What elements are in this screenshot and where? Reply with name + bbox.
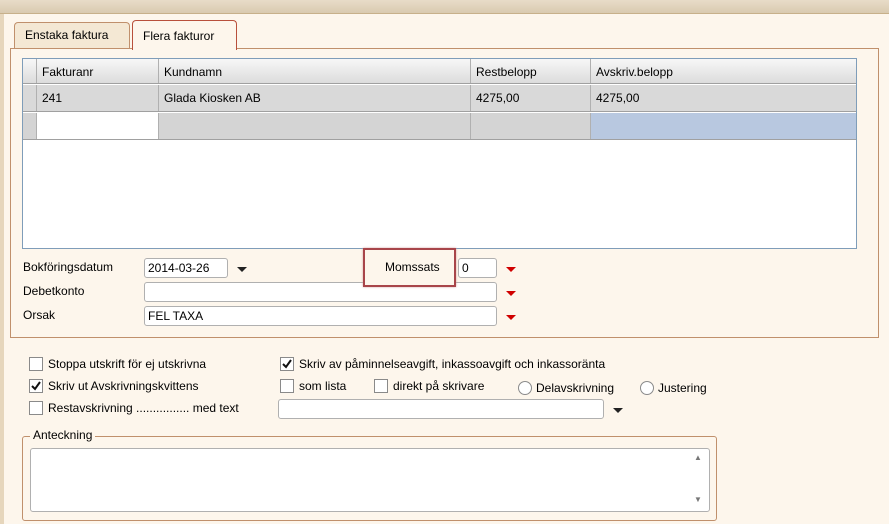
delavskrivning-radio[interactable] xyxy=(518,381,532,395)
grid-header-row: Fakturanr Kundnamn Restbelopp Avskriv.be… xyxy=(23,59,856,84)
window-left-edge xyxy=(0,14,4,524)
skriv-ut-checkbox[interactable] xyxy=(29,379,43,393)
red-triangle-icon[interactable] xyxy=(502,284,520,302)
bokforingsdatum-field[interactable]: 2014-03-26 xyxy=(144,258,228,278)
scroll-up-icon[interactable]: ▲ xyxy=(690,453,706,467)
cell-fakturanr[interactable]: 241 xyxy=(37,85,159,111)
window-top-bar xyxy=(0,0,889,14)
cell-avskriv-belopp[interactable]: 4275,00 xyxy=(591,85,856,111)
tab-enstaka-faktura[interactable]: Enstaka faktura xyxy=(14,22,130,48)
red-triangle-icon[interactable] xyxy=(502,260,520,278)
orsak-label: Orsak xyxy=(23,308,56,322)
stoppa-checkbox[interactable] xyxy=(29,357,43,371)
invoice-grid[interactable]: Fakturanr Kundnamn Restbelopp Avskriv.be… xyxy=(22,58,857,249)
direkt-label: direkt på skrivare xyxy=(393,379,485,393)
skriv-av-label: Skriv av påminnelseavgift, inkassoavgift… xyxy=(299,357,606,371)
scroll-down-icon[interactable]: ▼ xyxy=(690,495,706,509)
check-icon xyxy=(282,359,292,369)
restavskrivning-label: Restavskrivning ................ med tex… xyxy=(48,401,239,415)
skriv-ut-label: Skriv ut Avskrivningskvittens xyxy=(48,379,199,393)
chevron-down-icon[interactable] xyxy=(233,260,251,278)
new-row[interactable] xyxy=(23,113,856,140)
cell-kundnamn[interactable]: Glada Kiosken AB xyxy=(159,85,471,111)
momssats-label: Momssats xyxy=(385,260,440,274)
anteckning-textarea[interactable] xyxy=(30,448,710,512)
restavskrivning-checkbox[interactable] xyxy=(29,401,43,415)
column-header-fakturanr[interactable]: Fakturanr xyxy=(37,59,159,83)
som-lista-checkbox[interactable] xyxy=(280,379,294,393)
skriv-av-checkbox[interactable] xyxy=(280,357,294,371)
cell-restbelopp[interactable]: 4275,00 xyxy=(471,85,591,111)
med-text-field[interactable] xyxy=(278,399,604,419)
tab-label: Flera fakturor xyxy=(143,29,215,43)
bokforingsdatum-label: Bokföringsdatum xyxy=(23,260,114,274)
column-header-avskriv-belopp[interactable]: Avskriv.belopp xyxy=(591,59,856,83)
row-selector[interactable] xyxy=(23,113,37,139)
debetkonto-label: Debetkonto xyxy=(23,284,85,298)
stoppa-label: Stoppa utskrift för ej utskrivna xyxy=(48,357,207,371)
direkt-checkbox[interactable] xyxy=(374,379,388,393)
justering-radio[interactable] xyxy=(640,381,654,395)
tab-label: Enstaka faktura xyxy=(25,28,109,42)
anteckning-label: Anteckning xyxy=(30,428,96,442)
check-icon xyxy=(31,381,41,391)
justering-label: Justering xyxy=(658,381,707,395)
column-header-restbelopp[interactable]: Restbelopp xyxy=(471,59,591,83)
cell-avskriv-belopp-new[interactable] xyxy=(591,113,856,139)
cell-kundnamn-new[interactable] xyxy=(159,113,471,139)
momssats-field[interactable]: 0 xyxy=(458,258,497,278)
column-header-kundnamn[interactable]: Kundnamn xyxy=(159,59,471,83)
chevron-down-icon[interactable] xyxy=(609,401,627,419)
cell-fakturanr-new[interactable] xyxy=(37,113,159,139)
delavskrivning-label: Delavskrivning xyxy=(536,381,615,395)
cell-restbelopp-new[interactable] xyxy=(471,113,591,139)
row-selector[interactable] xyxy=(23,85,37,111)
som-lista-label: som lista xyxy=(299,379,347,393)
orsak-field[interactable]: FEL TAXA xyxy=(144,306,497,326)
tab-flera-fakturor[interactable]: Flera fakturor xyxy=(132,20,237,50)
red-triangle-icon[interactable] xyxy=(502,308,520,326)
row-header-corner xyxy=(23,59,37,83)
table-row[interactable]: 241 Glada Kiosken AB 4275,00 4275,00 xyxy=(23,85,856,112)
